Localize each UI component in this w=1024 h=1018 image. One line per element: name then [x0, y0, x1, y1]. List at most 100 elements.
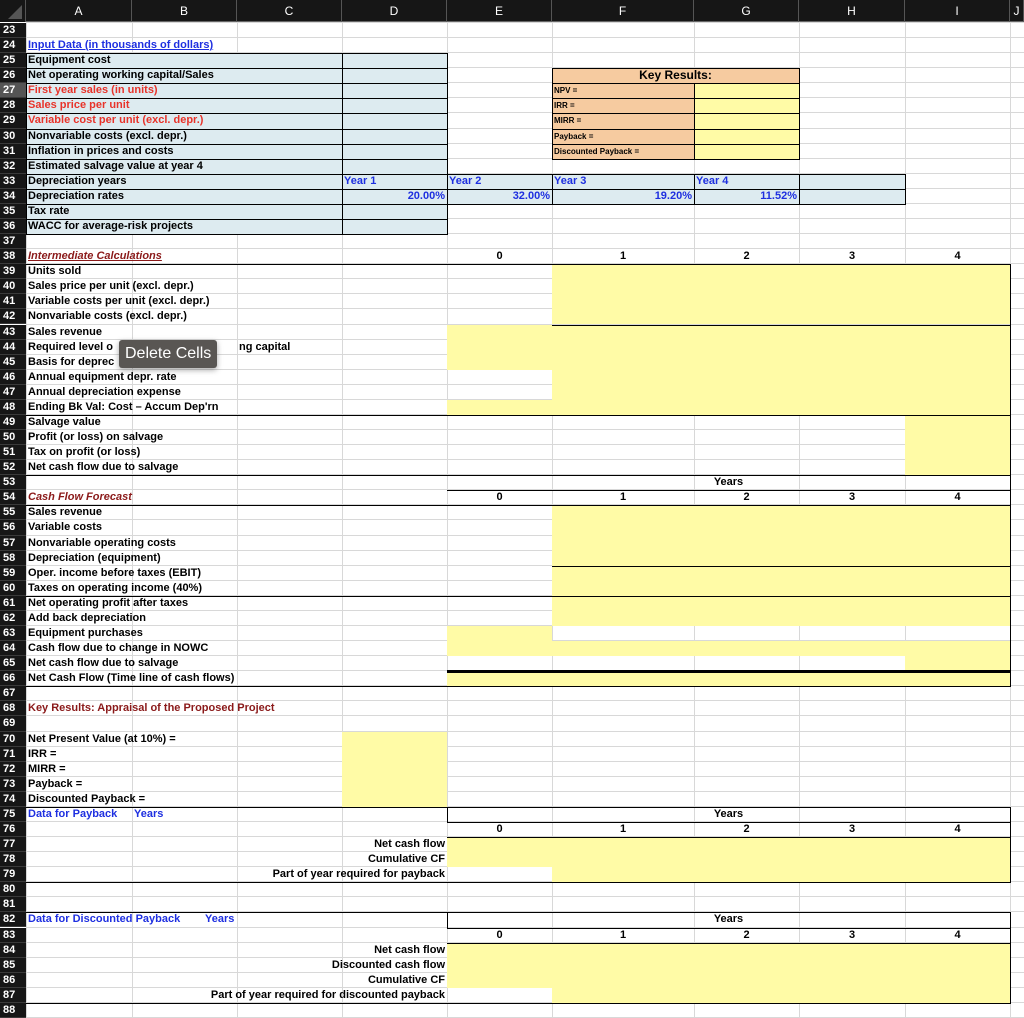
depreciation-rate-value[interactable]: 32.00%	[447, 189, 552, 204]
row-header-32[interactable]: 32	[0, 158, 26, 174]
column-header-j[interactable]: J	[1010, 0, 1024, 22]
appraisal-value[interactable]	[342, 777, 447, 792]
cash-flow-year0[interactable]	[447, 626, 552, 657]
row-header-54[interactable]: 54	[0, 490, 26, 506]
row-header-59[interactable]: 59	[0, 565, 26, 581]
row-header-84[interactable]: 84	[0, 942, 26, 958]
row-header-60[interactable]: 60	[0, 580, 26, 596]
row-header-42[interactable]: 42	[0, 309, 26, 325]
column-header-d[interactable]: D	[342, 0, 447, 22]
row-header-46[interactable]: 46	[0, 369, 26, 385]
column-header-a[interactable]: A	[26, 0, 132, 22]
row-header-50[interactable]: 50	[0, 430, 26, 446]
row-header-76[interactable]: 76	[0, 821, 26, 838]
delete-cells-tooltip[interactable]: Delete Cells	[119, 340, 218, 368]
row-header-81[interactable]: 81	[0, 897, 26, 913]
key-results-value[interactable]	[694, 83, 799, 98]
row-header-64[interactable]: 64	[0, 641, 26, 657]
column-header-g[interactable]: G	[694, 0, 799, 22]
row-header-43[interactable]: 43	[0, 324, 26, 340]
key-results-value[interactable]	[694, 113, 799, 128]
row-header-56[interactable]: 56	[0, 520, 26, 536]
depreciation-rate-value[interactable]: 19.20%	[552, 189, 694, 204]
row-header-28[interactable]: 28	[0, 98, 26, 114]
row-header-68[interactable]: 68	[0, 701, 26, 717]
row-header-69[interactable]: 69	[0, 716, 26, 732]
column-header-i[interactable]: I	[905, 0, 1010, 22]
row-header-62[interactable]: 62	[0, 610, 26, 626]
discounted-payback-values[interactable]	[447, 942, 1010, 988]
intermediate-values[interactable]	[447, 324, 1010, 370]
row-header-47[interactable]: 47	[0, 384, 26, 400]
row-header-49[interactable]: 49	[0, 414, 26, 430]
column-header-h[interactable]: H	[799, 0, 905, 22]
row-header-35[interactable]: 35	[0, 203, 26, 219]
depreciation-rate-value[interactable]: 11.52%	[694, 189, 799, 204]
appraisal-value[interactable]	[342, 747, 447, 762]
row-header-34[interactable]: 34	[0, 188, 26, 204]
row-header-36[interactable]: 36	[0, 218, 26, 235]
row-header-74[interactable]: 74	[0, 791, 26, 807]
cash-flow-nowc[interactable]	[552, 641, 1010, 657]
row-header-75[interactable]: 75	[0, 806, 26, 822]
row-header-57[interactable]: 57	[0, 535, 26, 551]
row-header-78[interactable]: 78	[0, 852, 26, 868]
row-header-55[interactable]: 55	[0, 505, 26, 521]
row-header-83[interactable]: 83	[0, 927, 26, 943]
row-header-70[interactable]: 70	[0, 731, 26, 747]
row-header-33[interactable]: 33	[0, 173, 26, 189]
row-header-23[interactable]: 23	[0, 23, 26, 39]
intermediate-inputs[interactable]	[552, 264, 1010, 325]
row-header-37[interactable]: 37	[0, 234, 26, 250]
key-results-value[interactable]	[694, 144, 799, 159]
row-header-26[interactable]: 26	[0, 68, 26, 84]
row-header-30[interactable]: 30	[0, 128, 26, 144]
row-header-53[interactable]: 53	[0, 475, 26, 491]
row-header-51[interactable]: 51	[0, 445, 26, 461]
cash-flow-salvage[interactable]	[905, 656, 1010, 672]
appraisal-value[interactable]	[342, 762, 447, 777]
row-header-40[interactable]: 40	[0, 279, 26, 295]
row-header-88[interactable]: 88	[0, 1002, 26, 1018]
payback-part-year[interactable]	[552, 867, 1010, 883]
row-header-27[interactable]: 27	[0, 83, 26, 99]
row-header-39[interactable]: 39	[0, 264, 26, 280]
appraisal-value[interactable]	[342, 792, 447, 807]
row-header-66[interactable]: 66	[0, 671, 26, 687]
column-header-e[interactable]: E	[447, 0, 552, 22]
row-header-71[interactable]: 71	[0, 746, 26, 762]
key-results-value[interactable]	[694, 98, 799, 113]
row-header-38[interactable]: 38	[0, 249, 26, 265]
row-header-73[interactable]: 73	[0, 776, 26, 792]
row-header-87[interactable]: 87	[0, 987, 26, 1003]
row-header-44[interactable]: 44	[0, 339, 26, 355]
spreadsheet[interactable]: A B C D E F G H I J 23 24 25 26 27 28 29 30 31 32 33 34 35 36 37…	[0, 0, 1024, 1018]
row-header-67[interactable]: 67	[0, 686, 26, 702]
row-header-79[interactable]: 79	[0, 867, 26, 883]
intermediate-values[interactable]	[552, 369, 1010, 400]
column-header-b[interactable]: B	[132, 0, 237, 22]
row-header-52[interactable]: 52	[0, 460, 26, 476]
column-header-f[interactable]: F	[552, 0, 694, 22]
payback-values[interactable]	[447, 837, 1010, 868]
row-header-25[interactable]: 25	[0, 53, 26, 69]
row-header-77[interactable]: 77	[0, 837, 26, 853]
row-header-82[interactable]: 82	[0, 912, 26, 928]
salvage-values[interactable]	[905, 414, 1010, 476]
column-header-c[interactable]: C	[237, 0, 342, 22]
row-header-72[interactable]: 72	[0, 761, 26, 777]
discounted-part-year[interactable]	[552, 987, 1010, 1003]
key-results-value[interactable]	[694, 129, 799, 144]
row-header-24[interactable]: 24	[0, 38, 26, 54]
intermediate-values[interactable]	[447, 399, 1010, 415]
row-header-80[interactable]: 80	[0, 882, 26, 898]
net-cash-flow-row[interactable]	[447, 671, 1010, 687]
row-header-29[interactable]: 29	[0, 113, 26, 129]
depreciation-rate-value[interactable]: 20.00%	[342, 189, 447, 204]
row-header-61[interactable]: 61	[0, 595, 26, 611]
row-header-65[interactable]: 65	[0, 656, 26, 672]
row-header-63[interactable]: 63	[0, 626, 26, 642]
select-all-corner[interactable]	[0, 0, 26, 22]
row-header-48[interactable]: 48	[0, 399, 26, 415]
appraisal-value[interactable]	[342, 732, 447, 747]
